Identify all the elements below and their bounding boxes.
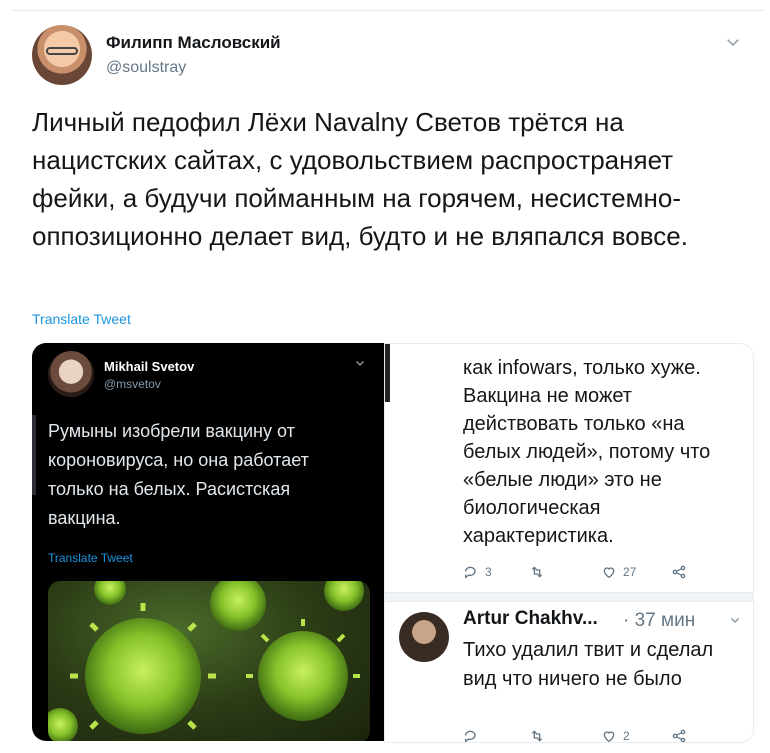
reply-action: 3 xyxy=(463,564,492,580)
reply-text: Тихо удалил твит и сделал вид что ничего… xyxy=(463,639,714,690)
virus-illustration xyxy=(48,581,364,741)
like-count: 27 xyxy=(623,565,637,579)
chevron-down-icon xyxy=(355,360,365,367)
author-name[interactable]: Филипп Масловский xyxy=(106,33,281,53)
virus-image xyxy=(48,581,370,741)
embedded-author-avatar xyxy=(48,351,94,397)
avatar-glasses xyxy=(46,47,78,55)
like-icon xyxy=(603,567,615,579)
share-icon xyxy=(672,565,686,579)
retweet-icon xyxy=(531,730,543,742)
reply-icon xyxy=(465,566,476,579)
share-action xyxy=(671,564,687,580)
like-action: 2 xyxy=(601,728,630,743)
embedded-dark-tweet-image[interactable]: Mikhail Svetov @msvetov Румыны изобрели … xyxy=(32,343,384,741)
embedded-tweet-text: Румыны изобрели вакцину от короновируса,… xyxy=(48,421,309,528)
share-icon xyxy=(672,729,686,742)
chevron-down-icon[interactable] xyxy=(724,33,742,51)
reply-icon xyxy=(465,730,476,742)
thread-line xyxy=(385,344,390,402)
like-icon xyxy=(603,731,615,742)
reply-author-avatar xyxy=(399,612,449,662)
retweet-action xyxy=(529,564,551,580)
retweet-icon xyxy=(531,566,543,578)
virus-large xyxy=(70,603,216,734)
thread-line xyxy=(32,415,36,495)
like-count: 2 xyxy=(623,729,630,743)
reply-action xyxy=(463,728,485,742)
reply-count: 3 xyxy=(485,565,492,579)
embedded-translate-link: Translate Tweet xyxy=(48,551,133,565)
share-action xyxy=(671,728,687,742)
virus-right xyxy=(246,619,360,721)
reply-author-name: Artur Chakhv... xyxy=(463,608,598,629)
divider xyxy=(385,592,753,602)
embedded-action-bar: 3 27 xyxy=(463,564,723,584)
embedded-author-name: Mikhail Svetov xyxy=(104,359,195,374)
translate-tweet-link[interactable]: Translate Tweet xyxy=(32,311,131,327)
author-avatar[interactable] xyxy=(32,25,92,85)
reply-action-bar: 2 xyxy=(463,728,723,743)
reply-time: · 37 мин xyxy=(623,610,696,631)
author-handle[interactable]: @soulstray xyxy=(106,59,186,77)
like-action: 27 xyxy=(601,564,636,580)
retweet-action xyxy=(529,728,551,742)
embedded-reply-text: как infowars, только хуже. Вакцина не мо… xyxy=(463,357,711,547)
chevron-down-icon xyxy=(730,617,740,624)
tweet-card: Филипп Масловский @soulstray Личный педо… xyxy=(12,10,764,753)
tweet-text: Личный педофил Лёхи Navalny Светов трётс… xyxy=(32,107,688,251)
embedded-author-handle: @msvetov xyxy=(104,377,161,391)
embedded-light-tweet-image[interactable]: как infowars, только хуже. Вакцина не мо… xyxy=(384,343,754,743)
